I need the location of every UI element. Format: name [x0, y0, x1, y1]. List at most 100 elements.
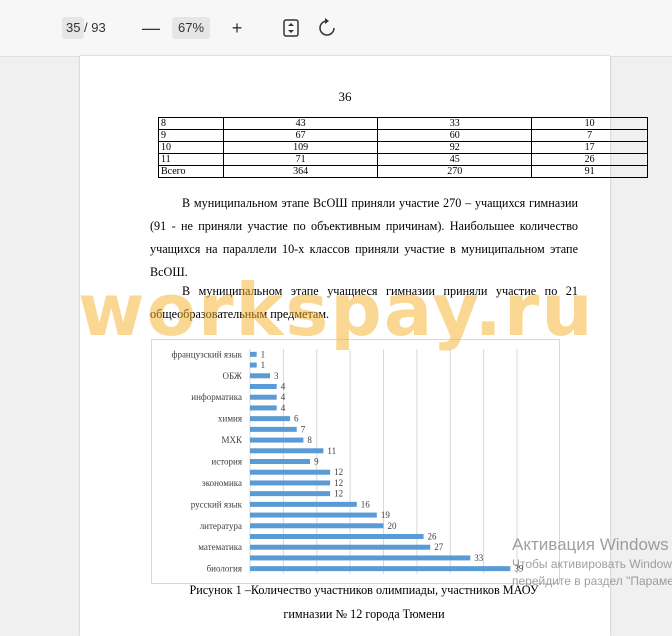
- bar: [250, 501, 357, 507]
- bar: [250, 491, 331, 497]
- table-cell: 92: [377, 141, 533, 154]
- subjects-bar-chart: 1французский язык13ОБЖ44информатика46хим…: [172, 349, 524, 574]
- data-label: 1: [261, 360, 266, 370]
- table-cell: 43: [222, 117, 379, 130]
- category-label: история: [211, 457, 242, 467]
- data-label: 12: [334, 489, 343, 499]
- data-label: 33: [474, 553, 484, 563]
- table-row: 10 109 92 17: [158, 141, 648, 154]
- table-row: 11 71 45 26: [158, 153, 648, 166]
- table-cell: 45: [377, 153, 533, 166]
- chart-frame: 1 французский язык 1 3 ОБЖ 4 4 информатика 4 6 хим…: [151, 339, 560, 584]
- data-label: 20: [388, 521, 398, 531]
- total-pages: / 93: [84, 17, 106, 39]
- table-cell: 26: [531, 153, 648, 166]
- category-label: химия: [218, 414, 242, 424]
- page-separator: /: [84, 20, 88, 35]
- data-label: 12: [334, 467, 343, 477]
- figure-caption-line2: гимназии № 12 города Тюмени: [283, 607, 445, 621]
- bar: [250, 437, 304, 443]
- table-cell: 7: [531, 129, 648, 142]
- participants-table: 8 43 33 10 9 67 60 7 10 109 92 17 11 71 45 26 Всего 364 27…: [158, 117, 648, 178]
- category-label: биология: [207, 564, 242, 574]
- current-page-input[interactable]: 35: [62, 17, 85, 39]
- activation-title: Активация Windows: [512, 535, 669, 554]
- bar: [250, 566, 511, 572]
- bar: [250, 469, 331, 475]
- table-row: 9 67 60 7: [158, 129, 648, 142]
- category-label: русский язык: [191, 499, 243, 509]
- category-label: французский язык: [172, 349, 243, 359]
- bar: [250, 544, 431, 550]
- bar: [250, 448, 324, 454]
- category-label: литература: [200, 521, 242, 531]
- category-label: ОБЖ: [222, 371, 242, 381]
- data-label: 1: [261, 349, 266, 359]
- paragraph-participation: В муниципальном этапе ВсОШ приняли участ…: [150, 196, 578, 279]
- bar: [250, 373, 271, 379]
- table-cell: 364: [222, 165, 379, 178]
- table-row-label: 9: [158, 129, 224, 142]
- table-row: Всего 364 270 91: [158, 165, 648, 178]
- data-label: 7: [301, 424, 306, 434]
- bar: [250, 362, 257, 368]
- zoom-out-button[interactable]: —: [139, 17, 163, 39]
- bar: [250, 534, 424, 539]
- data-label: 11: [327, 446, 336, 456]
- table-cell: 33: [377, 117, 533, 130]
- rotate-icon: [319, 18, 335, 36]
- table-cell: 270: [377, 165, 533, 178]
- table-cell: 91: [531, 165, 648, 178]
- data-label: 19: [381, 510, 391, 520]
- activation-line2: Чтобы активировать Windows,: [512, 557, 672, 571]
- table-row-label: Всего: [158, 165, 224, 178]
- bar: [250, 405, 277, 411]
- data-label: 4: [281, 403, 286, 413]
- bar: [250, 416, 291, 422]
- table-cell: 17: [531, 141, 648, 154]
- bar: [250, 384, 277, 389]
- data-label: 4: [281, 392, 286, 402]
- fit-page-button[interactable]: [281, 17, 303, 39]
- bar: [250, 459, 311, 464]
- data-label: 26: [428, 532, 438, 542]
- table-cell: 71: [222, 153, 379, 166]
- category-label: информатика: [191, 392, 242, 402]
- fit-page-icon: [283, 19, 299, 37]
- rotate-button[interactable]: [316, 17, 338, 39]
- data-label: 27: [434, 542, 444, 552]
- bar: [250, 480, 331, 486]
- data-label: 8: [307, 435, 312, 445]
- table-row-label: 8: [158, 117, 224, 130]
- page-number: 36: [338, 89, 352, 104]
- table-cell: 60: [377, 129, 533, 142]
- pdf-toolbar: 35 / 93 — 67% +: [0, 0, 672, 57]
- data-label: 4: [281, 382, 286, 392]
- table-cell: 67: [222, 129, 379, 142]
- bar: [250, 426, 297, 432]
- bar: [250, 523, 384, 529]
- table-row-label: 11: [158, 153, 224, 166]
- category-label: экономика: [202, 478, 242, 488]
- table-row-label: 10: [158, 141, 224, 154]
- bar: [250, 512, 377, 518]
- table-cell: 109: [222, 141, 379, 154]
- data-label: 12: [334, 478, 343, 488]
- data-label: 6: [294, 414, 299, 424]
- bar: [250, 351, 257, 357]
- data-label: 9: [314, 457, 319, 467]
- bar: [250, 394, 277, 400]
- windows-activation-notice: Активация Windows Чтобы активировать Win…: [512, 534, 672, 590]
- activation-line3: перейдите в раздел "Параметры".: [512, 574, 672, 588]
- table-row: 8 43 33 10: [158, 117, 648, 130]
- paragraph-subjects: В муниципальном этапе учащиеся гимназии …: [150, 284, 578, 321]
- zoom-level[interactable]: 67%: [172, 17, 211, 39]
- zoom-in-button[interactable]: +: [225, 17, 249, 39]
- data-label: 16: [361, 499, 371, 509]
- data-label: 3: [274, 371, 279, 381]
- total-pages-count: 93: [91, 20, 106, 35]
- category-label: математика: [198, 542, 242, 552]
- category-label: МХК: [221, 435, 243, 445]
- table-cell: 10: [531, 117, 648, 130]
- bar: [250, 555, 471, 561]
